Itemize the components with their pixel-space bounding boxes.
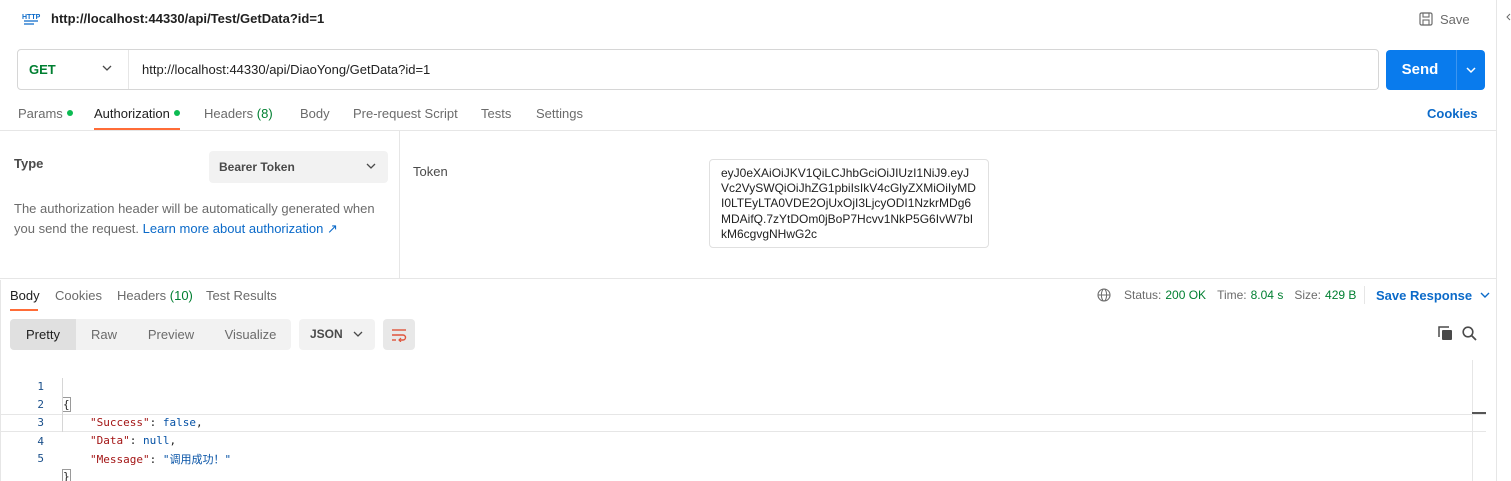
response-tab-body[interactable]: Body (10, 288, 40, 303)
code-line: 1 { (0, 360, 1486, 412)
format-value: JSON (310, 327, 343, 341)
size-value[interactable]: 429 B (1325, 288, 1356, 302)
url-bar: GET http://localhost:44330/api/DiaoYong/… (17, 49, 1379, 90)
time-label: Time: (1217, 288, 1247, 302)
view-preview-button[interactable]: Preview (132, 319, 210, 350)
auth-type-value: Bearer Token (219, 160, 295, 174)
chevron-down-icon (353, 331, 363, 337)
tab-params-label: Params (18, 106, 63, 121)
tab-authorization-label: Authorization (94, 106, 170, 121)
tab-tests[interactable]: Tests (481, 106, 511, 121)
token-label: Token (413, 164, 448, 179)
copy-icon[interactable] (1438, 326, 1453, 341)
response-tab-test-results[interactable]: Test Results (206, 288, 277, 303)
cookies-link[interactable]: Cookies (1427, 106, 1478, 121)
tab-pre-request-script[interactable]: Pre-request Script (353, 106, 458, 121)
size-label: Size: (1294, 288, 1322, 302)
send-label: Send (1401, 61, 1439, 78)
tab-headers[interactable]: Headers (8) (204, 106, 273, 121)
code-text: "Message": "调用成功！" (90, 451, 231, 469)
params-active-dot (66, 110, 73, 116)
status-divider (1364, 286, 1365, 304)
wrap-lines-icon (392, 328, 407, 342)
tab-headers-label: Headers (204, 106, 254, 121)
wrap-lines-button[interactable] (383, 319, 415, 350)
response-body-editor[interactable]: 1 { 2 "Success": false, 3 "Data": null, … (0, 360, 1486, 481)
response-tab-headers[interactable]: Headers (10) (117, 288, 193, 303)
search-icon[interactable] (1462, 326, 1477, 341)
learn-more-link[interactable]: Learn more about authorization ↗ (143, 221, 338, 236)
view-pretty-button[interactable]: Pretty (10, 319, 76, 350)
method-label: GET (29, 62, 56, 77)
svg-text:HTTP: HTTP (22, 14, 41, 21)
code-text: } (62, 468, 71, 481)
left-edge-border (0, 280, 1, 481)
response-headers-label: Headers (117, 288, 167, 303)
chevron-down-icon (1480, 292, 1490, 298)
auth-type-select[interactable]: Bearer Token (209, 151, 388, 183)
tab-settings[interactable]: Settings (536, 106, 583, 121)
status-label: Status: (1124, 288, 1162, 302)
scrollbar-cursor-marker (1472, 412, 1486, 414)
response-tab-cookies[interactable]: Cookies (55, 288, 102, 303)
json-colon: : (149, 453, 163, 466)
chevron-down-icon (102, 65, 112, 71)
send-divider (1456, 50, 1457, 90)
save-icon (1419, 12, 1433, 26)
auth-type-panel: Type Bearer Token The authorization head… (0, 131, 400, 278)
send-button[interactable]: Send (1386, 50, 1485, 90)
auth-description: The authorization header will be automat… (14, 199, 384, 239)
status-value[interactable]: 200 OK (1165, 288, 1206, 302)
json-key: "Message" (90, 453, 150, 466)
response-headers-count: (10) (169, 288, 193, 303)
view-raw-button[interactable]: Raw (76, 319, 132, 350)
token-input[interactable]: eyJ0eXAiOiJKV1QiLCJhbGciOiJIUzI1NiJ9.eyJ… (709, 159, 989, 248)
brace-close: } (62, 469, 71, 481)
indent-guide (62, 378, 63, 432)
json-value: "调用成功！" (162, 453, 232, 466)
save-label: Save (1440, 11, 1470, 27)
chevron-left-icon[interactable] (1505, 12, 1511, 22)
globe-icon[interactable] (1097, 288, 1111, 302)
title-bar: HTTP http://localhost:44330/api/Test/Get… (0, 0, 1511, 38)
chevron-down-icon[interactable] (1465, 66, 1477, 74)
code-line: 5 } (0, 432, 1486, 481)
authorization-active-dot (173, 110, 180, 116)
type-label: Type (14, 156, 44, 171)
view-visualize-button[interactable]: Visualize (210, 319, 291, 350)
format-select[interactable]: JSON (299, 319, 375, 350)
code-line: 2 "Success": false, (0, 378, 1486, 429)
code-line: 3 "Data": null, (0, 396, 1486, 447)
url-input[interactable]: http://localhost:44330/api/DiaoYong/GetD… (142, 50, 430, 89)
tab-authorization[interactable]: Authorization (94, 106, 180, 121)
response-active-underline (10, 309, 38, 311)
http-request-icon: HTTP (22, 14, 41, 25)
method-select[interactable]: GET (18, 50, 129, 89)
save-button[interactable]: Save (1419, 9, 1470, 29)
headers-count: (8) (256, 106, 273, 121)
response-status: Status: 200 OK Time: 8.04 s Size: 429 B (1097, 288, 1356, 302)
right-edge-border (1496, 0, 1497, 481)
view-mode-group: Pretty Raw Preview Visualize (10, 319, 291, 350)
editor-scrollbar[interactable] (1472, 360, 1473, 481)
save-response-button[interactable]: Save Response (1376, 288, 1490, 303)
time-value[interactable]: 8.04 s (1251, 288, 1284, 302)
tab-params[interactable]: Params (18, 106, 73, 121)
tab-body[interactable]: Body (300, 106, 330, 121)
panel-divider (0, 278, 1496, 279)
chevron-down-icon (366, 163, 376, 169)
code-line-current: 4 "Message": "调用成功！" (0, 414, 1486, 466)
line-number: 5 (37, 452, 44, 465)
save-response-label: Save Response (1376, 288, 1473, 303)
request-title[interactable]: http://localhost:44330/api/Test/GetData?… (51, 11, 324, 26)
